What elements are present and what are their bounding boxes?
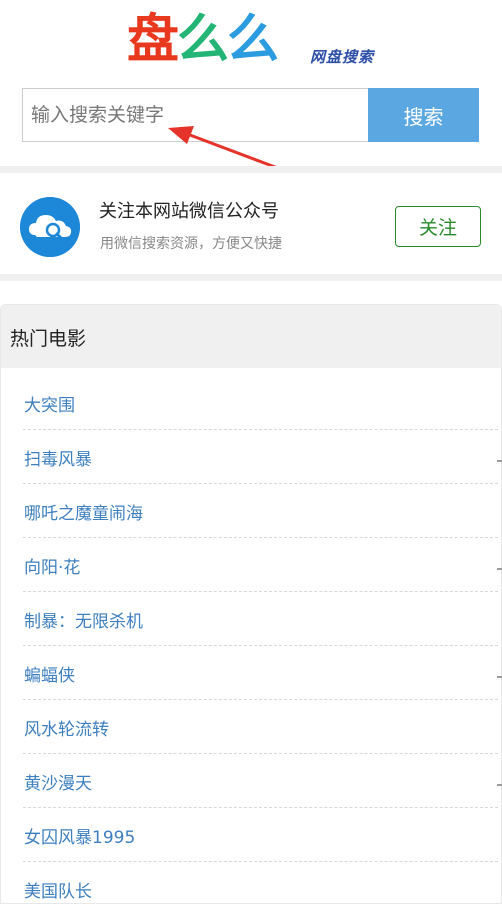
list-item: 风水轮流转 <box>23 700 498 754</box>
hot-movies-header: 热门电影 <box>1 305 501 368</box>
movie-link[interactable]: 大突围 <box>24 391 75 416</box>
list-item: 哪吒之魔童闹海 <box>23 484 498 538</box>
cloud-search-icon <box>20 197 80 257</box>
movie-link[interactable]: 黄沙漫天 <box>24 769 92 794</box>
follow-title: 关注本网站微信公众号 <box>99 201 279 222</box>
list-item: 扫毒风暴 <box>23 430 498 484</box>
edge-tick <box>497 568 502 570</box>
list-item: 制暴：无限杀机 <box>23 592 498 646</box>
movie-link[interactable]: 蝙蝠侠 <box>24 661 75 686</box>
list-item: 大突围 <box>23 376 498 430</box>
list-item: 蝙蝠侠 <box>23 646 498 700</box>
movie-link[interactable]: 制暴：无限杀机 <box>24 607 143 632</box>
logo-char-3: 么 <box>227 10 279 70</box>
search-button[interactable]: 搜索 <box>368 88 479 142</box>
movie-link[interactable]: 女囚风暴1995 <box>24 823 135 848</box>
section-divider <box>0 274 502 304</box>
follow-button[interactable]: 关注 <box>395 206 481 247</box>
list-item: 向阳·花 <box>23 538 498 592</box>
site-logo[interactable]: 盘么么 网盘搜索 <box>127 8 373 72</box>
movie-link[interactable]: 哪吒之魔童闹海 <box>24 499 143 524</box>
edge-tick <box>497 460 502 462</box>
movie-link[interactable]: 美国队长 <box>24 877 92 902</box>
movie-link[interactable]: 风水轮流转 <box>24 715 109 740</box>
section-divider <box>0 166 502 173</box>
movie-link[interactable]: 扫毒风暴 <box>24 445 92 470</box>
wechat-follow-banner: 关注本网站微信公众号 用微信搜索资源，方便又快捷 关注 <box>0 173 502 274</box>
follow-subtitle: 用微信搜索资源，方便又快捷 <box>100 236 282 252</box>
edge-tick <box>497 784 502 786</box>
list-item: 女囚风暴1995 <box>23 808 498 862</box>
hot-movies-heading: 热门电影 <box>10 328 87 350</box>
logo-tagline: 网盘搜索 <box>310 48 375 66</box>
logo-char-2: 么 <box>177 10 229 70</box>
movie-link[interactable]: 向阳·花 <box>24 553 80 578</box>
list-item: 美国队长 <box>23 862 498 903</box>
list-item: 黄沙漫天 <box>23 754 498 808</box>
edge-tick <box>497 676 502 678</box>
movie-list: 大突围 扫毒风暴 哪吒之魔童闹海 向阳·花 制暴：无限杀机 蝙蝠侠 风水轮流转 … <box>23 376 498 903</box>
logo-char-1: 盘 <box>127 10 179 70</box>
hot-movies-panel: 热门电影 大突围 扫毒风暴 哪吒之魔童闹海 向阳·花 制暴：无限杀机 蝙蝠侠 风… <box>0 304 502 904</box>
